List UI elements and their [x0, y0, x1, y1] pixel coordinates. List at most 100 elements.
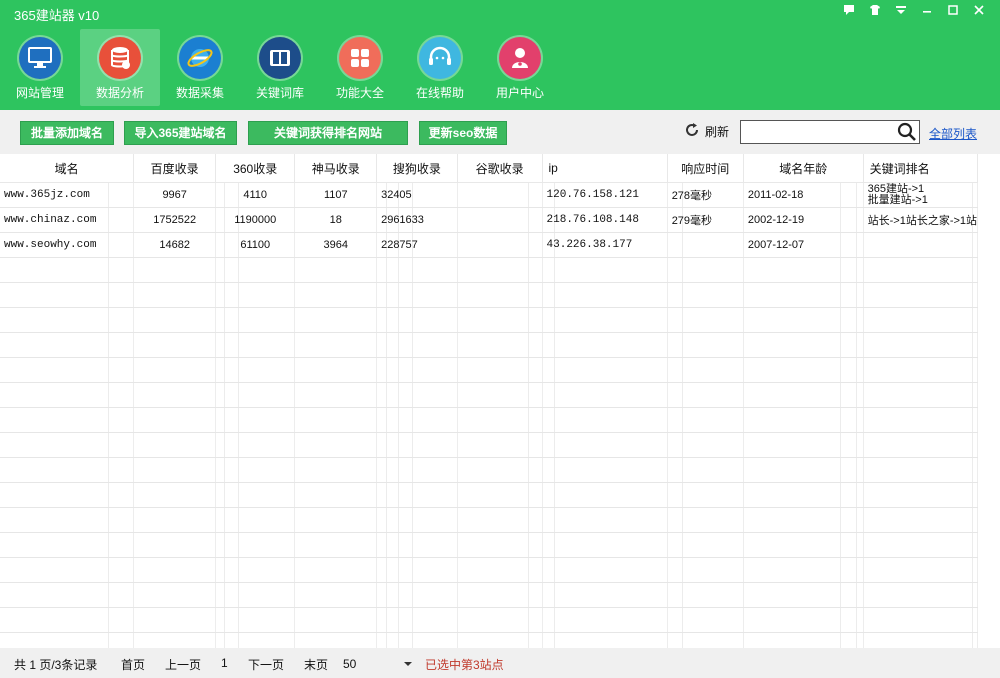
nav-label: 数据采集 — [175, 86, 224, 100]
refresh-button[interactable]: 刷新 — [684, 122, 729, 141]
cell-shenma: 3964 — [294, 232, 378, 258]
nav-keyword-lib[interactable]: 关键词库 — [240, 33, 320, 103]
cell-shenma: 18 — [294, 207, 378, 233]
nav-label: 在线帮助 — [415, 86, 464, 100]
table-row — [0, 557, 979, 583]
nav-user-center[interactable]: 用户中心 — [480, 33, 560, 103]
table-row — [0, 257, 979, 283]
nav-label: 关键词库 — [255, 86, 304, 100]
cell-age: 2002-12-19 — [743, 207, 864, 233]
nav-features[interactable]: 功能大全 — [320, 33, 400, 103]
col-360[interactable]: 360收录 — [215, 154, 296, 183]
chevron-down-icon — [404, 657, 412, 671]
col-sogou[interactable]: 搜狗收录 — [376, 154, 458, 183]
cell-keyword-rank: 站长->1站长之家->1站长资... — [863, 207, 979, 233]
col-age[interactable]: 域名年龄 — [743, 154, 864, 183]
maximize-icon[interactable] — [940, 3, 966, 21]
col-response[interactable]: 响应时间 — [667, 154, 744, 183]
window-controls — [836, 3, 992, 21]
cell-google — [457, 182, 543, 208]
selection-status: 已选中第3站点 — [425, 658, 504, 672]
cell-response: 279毫秒 — [667, 207, 744, 233]
user-icon — [499, 37, 541, 79]
skin-icon[interactable] — [862, 3, 888, 21]
cell-360: 1190000 — [215, 207, 296, 233]
keyword-rank-line: 批量建站->1 — [867, 194, 928, 206]
database-icon — [99, 37, 141, 79]
table-row — [0, 632, 979, 648]
table-row[interactable]: www.365jz.com 9967 4110 1107 32405 120.7… — [0, 182, 979, 208]
cell-response — [667, 232, 744, 258]
keyword-rank-line: 站长->1站长之家->1站长资... — [867, 215, 978, 227]
cell-response: 278毫秒 — [667, 182, 744, 208]
page-size-select[interactable]: 50 — [340, 653, 415, 671]
cell-google — [457, 232, 543, 258]
page-size-value: 50 — [343, 657, 357, 671]
cell-google — [457, 207, 543, 233]
table-row — [0, 332, 979, 358]
menu-icon[interactable] — [888, 3, 914, 21]
page-summary: 共 1 页/3条记录 — [14, 658, 98, 672]
table-row — [0, 532, 979, 558]
table-row — [0, 607, 979, 633]
batch-add-domain-button[interactable]: 批量添加域名 — [20, 121, 114, 145]
table-row — [0, 482, 979, 508]
col-google[interactable]: 谷歌收录 — [457, 154, 543, 183]
search-icon[interactable] — [897, 122, 917, 145]
table-row[interactable]: www.chinaz.com 1752522 1190000 18 296163… — [0, 207, 979, 233]
prev-page-link[interactable]: 上一页 — [165, 656, 201, 673]
cell-baidu: 1752522 — [133, 207, 216, 233]
col-ip[interactable]: ip — [542, 154, 668, 183]
refresh-label: 刷新 — [705, 125, 730, 139]
cell-keyword-rank — [863, 232, 979, 258]
cell-sogou: 2961633 — [376, 207, 458, 233]
search-input[interactable] — [741, 121, 899, 141]
nav-online-help[interactable]: 在线帮助 — [400, 33, 480, 103]
cell-ip: 120.76.158.121 — [542, 182, 668, 208]
table-header: 域名 百度收录 360收录 神马收录 搜狗收录 谷歌收录 ip 响应时间 域名年… — [0, 154, 979, 183]
headset-icon — [419, 37, 461, 79]
ie-globe-icon — [179, 37, 221, 79]
feedback-icon[interactable] — [836, 3, 862, 21]
main-nav: 网站管理 数据分析 数据采集 关键词库 功能大全 在线帮助 用户中心 — [0, 29, 560, 110]
nav-label: 用户中心 — [495, 86, 544, 100]
table-row — [0, 507, 979, 533]
cell-360: 4110 — [215, 182, 296, 208]
col-shenma[interactable]: 神马收录 — [294, 154, 378, 183]
col-baidu[interactable]: 百度收录 — [133, 154, 216, 183]
cell-sogou: 32405 — [376, 182, 458, 208]
cell-keyword-rank: 365建站->1 批量建站->1 — [863, 182, 979, 208]
import-domain-button[interactable]: 导入365建站域名 — [124, 121, 237, 145]
current-page: 1 — [221, 656, 228, 670]
book-icon — [259, 37, 301, 79]
col-domain[interactable]: 域名 — [0, 154, 135, 183]
last-page-link[interactable]: 末页 — [304, 656, 328, 673]
cell-domain: www.365jz.com — [0, 182, 135, 208]
nav-label: 功能大全 — [335, 86, 384, 100]
col-keyword-rank[interactable]: 关键词排名 — [863, 154, 979, 183]
monitor-icon — [19, 37, 61, 79]
nav-site-manage[interactable]: 网站管理 — [0, 33, 80, 103]
cell-age: 2007-12-07 — [743, 232, 864, 258]
cell-sogou: 228757 — [376, 232, 458, 258]
all-list-link[interactable]: 全部列表 — [929, 125, 977, 142]
refresh-icon — [684, 122, 700, 141]
nav-label: 网站管理 — [15, 86, 64, 100]
table-row — [0, 457, 979, 483]
keyword-rank-button[interactable]: 关键词获得排名网站 — [248, 121, 408, 145]
update-seo-button[interactable]: 更新seo数据 — [419, 121, 507, 145]
cell-shenma: 1107 — [294, 182, 378, 208]
app-title: 365建站器 v10 — [14, 8, 100, 23]
nav-data-collect[interactable]: 数据采集 — [160, 33, 240, 103]
minimize-icon[interactable] — [914, 3, 940, 21]
table-row — [0, 582, 979, 608]
cell-baidu: 9967 — [133, 182, 216, 208]
first-page-link[interactable]: 首页 — [121, 656, 145, 673]
nav-data-analysis[interactable]: 数据分析 — [80, 29, 160, 106]
pagination-bar: 共 1 页/3条记录 首页 上一页 1 下一页 末页 50 已选中第3站点 — [0, 648, 1000, 678]
next-page-link[interactable]: 下一页 — [248, 656, 284, 673]
cell-360: 61100 — [215, 232, 296, 258]
close-icon[interactable] — [966, 3, 992, 21]
cell-baidu: 14682 — [133, 232, 216, 258]
table-row[interactable]: www.seowhy.com 14682 61100 3964 228757 4… — [0, 232, 979, 258]
